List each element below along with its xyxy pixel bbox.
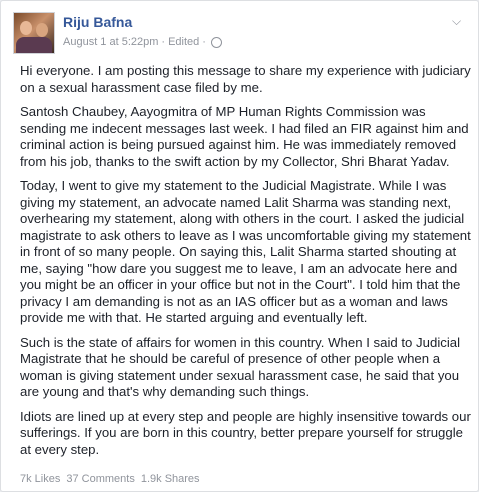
post-paragraph: Such is the state of affairs for women i… bbox=[20, 334, 461, 400]
meta-separator-2: · bbox=[202, 36, 206, 48]
author-name[interactable]: Riju Bafna bbox=[63, 14, 132, 30]
edited-label[interactable]: Edited bbox=[168, 36, 199, 48]
post-paragraph: Idiots are lined up at every step and pe… bbox=[20, 408, 471, 457]
post-paragraph: Santosh Chaubey, Aayogmitra of MP Human … bbox=[20, 104, 469, 169]
post-stats: 7k Likes 37 Comments 1.9k Shares bbox=[20, 473, 200, 485]
avatar-figure bbox=[16, 37, 52, 53]
meta-separator: · bbox=[161, 36, 166, 48]
post-timestamp[interactable]: August 1 at 5:22pm bbox=[63, 36, 158, 48]
globe-icon[interactable] bbox=[210, 36, 222, 48]
shares-count[interactable]: 1.9k Shares bbox=[141, 473, 200, 485]
likes-count[interactable]: 7k Likes bbox=[20, 473, 60, 485]
avatar-face-right bbox=[36, 23, 48, 37]
avatar[interactable] bbox=[13, 12, 55, 54]
chevron-down-icon[interactable]: ⌵ bbox=[452, 15, 464, 27]
post-paragraph: Today, I went to give my statement to th… bbox=[20, 178, 471, 325]
avatar-face-left bbox=[20, 21, 32, 35]
post-meta: August 1 at 5:22pm · Edited · bbox=[63, 36, 222, 48]
comments-count[interactable]: 37 Comments bbox=[66, 473, 134, 485]
post-paragraph: Hi everyone. I am posting this message t… bbox=[20, 63, 471, 95]
post-text: Hi everyone. I am posting this message t… bbox=[20, 63, 472, 466]
post-card: Riju Bafna August 1 at 5:22pm · Edited ·… bbox=[0, 0, 479, 492]
